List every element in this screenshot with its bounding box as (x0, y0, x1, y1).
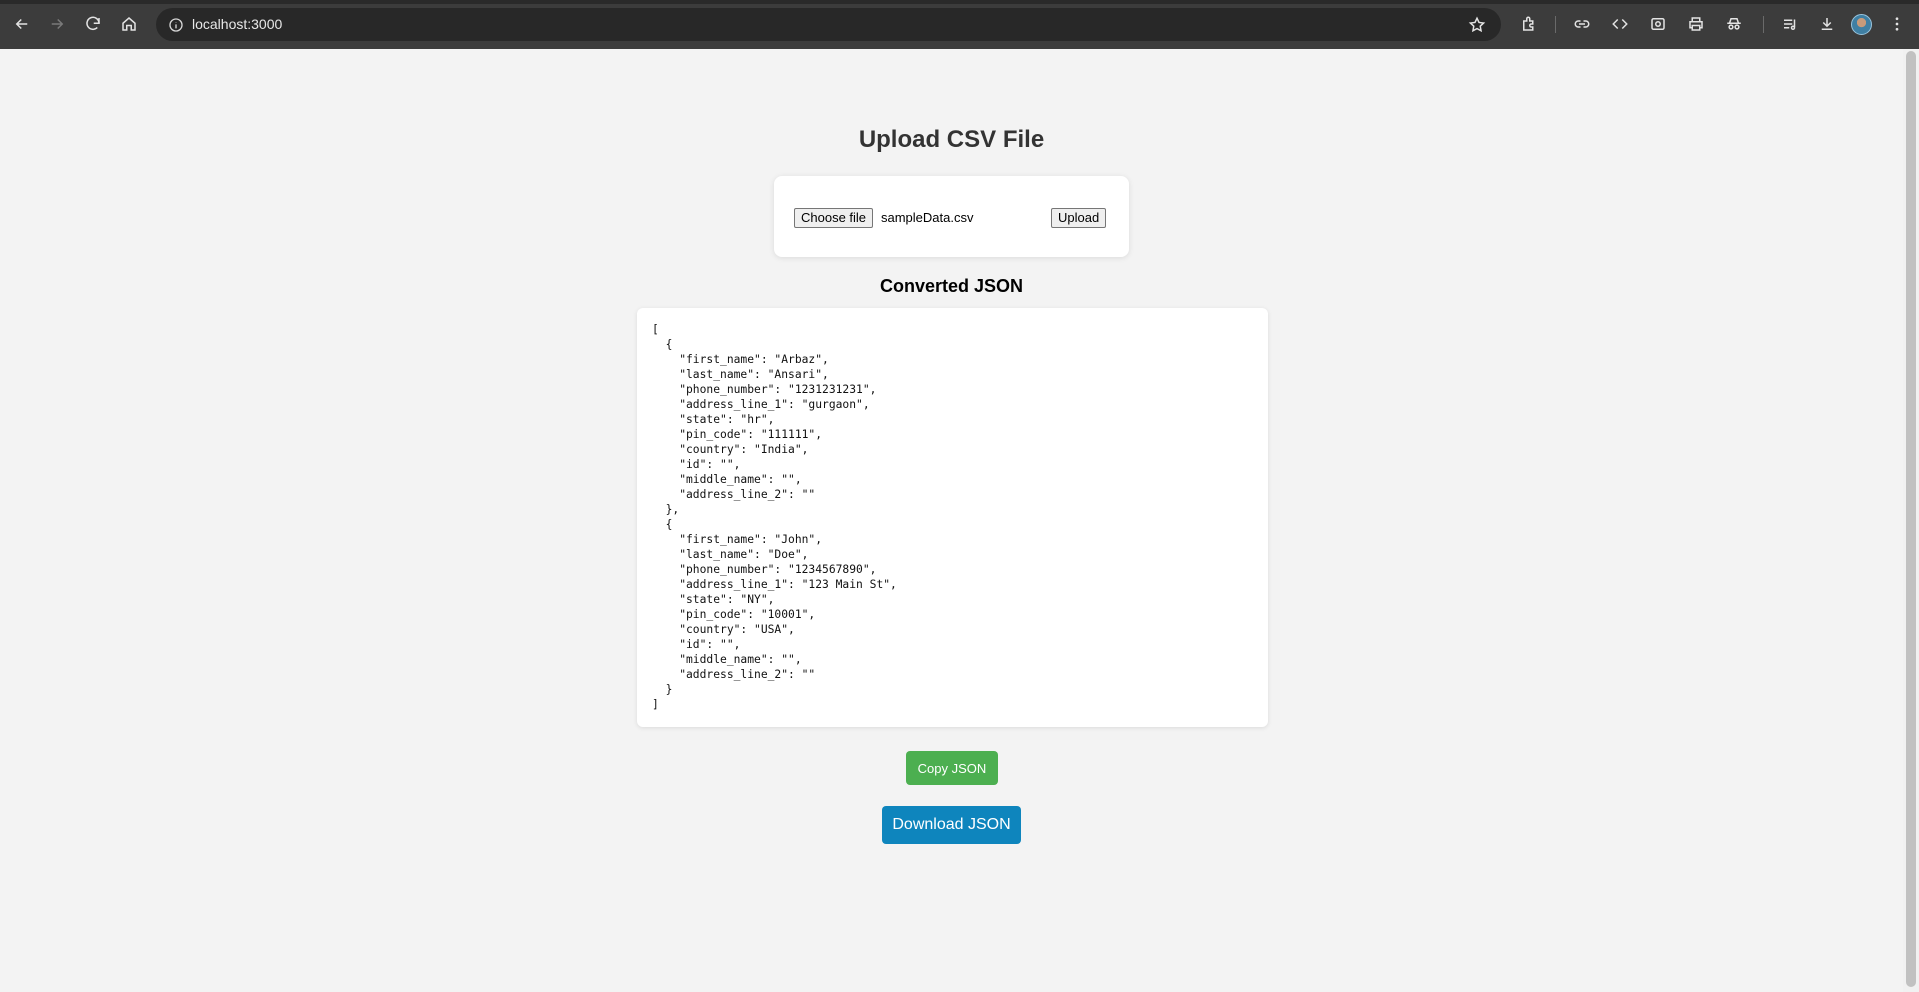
json-output-panel: [ { "first_name": "Arbaz", "last_name": … (637, 308, 1268, 727)
page-title: Upload CSV File (858, 126, 1045, 153)
vertical-scrollbar[interactable] (1903, 49, 1919, 992)
bookmark-star-icon[interactable] (1465, 13, 1489, 37)
link-icon[interactable] (1570, 12, 1594, 36)
home-icon[interactable] (117, 12, 141, 36)
print-icon[interactable] (1684, 12, 1708, 36)
site-info-icon[interactable] (164, 13, 188, 37)
converted-json-heading: Converted JSON (879, 276, 1024, 296)
screenshot-icon[interactable] (1646, 12, 1670, 36)
menu-icon[interactable] (1885, 12, 1909, 36)
download-icon[interactable] (1815, 12, 1839, 36)
code-icon[interactable] (1608, 12, 1632, 36)
upload-button[interactable]: Upload (1051, 208, 1107, 228)
media-queue-icon[interactable] (1778, 12, 1802, 36)
incognito-icon[interactable] (1722, 12, 1746, 36)
download-json-button[interactable]: Download JSON (882, 806, 1021, 844)
copy-json-button[interactable]: Copy JSON (906, 751, 998, 785)
address-bar[interactable]: localhost:3000 (156, 8, 1501, 41)
upload-form: Choose file sampleData.csv Upload (774, 176, 1129, 257)
toolbar-separator (1763, 16, 1764, 33)
tab-strip-edge (0, 0, 1919, 4)
selected-file-name: sampleData.csv (881, 210, 974, 225)
url-text[interactable]: localhost:3000 (192, 16, 282, 32)
scrollbar-thumb[interactable] (1906, 51, 1916, 987)
json-output-text: [ { "first_name": "Arbaz", "last_name": … (652, 323, 897, 711)
toolbar-separator (1555, 16, 1556, 33)
choose-file-button[interactable]: Choose file (794, 208, 874, 228)
browser-toolbar: localhost:3000 (0, 0, 1919, 49)
back-icon[interactable] (10, 12, 34, 36)
extensions-icon[interactable] (1517, 12, 1541, 36)
profile-avatar[interactable] (1851, 14, 1872, 35)
reload-icon[interactable] (81, 12, 105, 36)
forward-icon[interactable] (45, 12, 69, 36)
